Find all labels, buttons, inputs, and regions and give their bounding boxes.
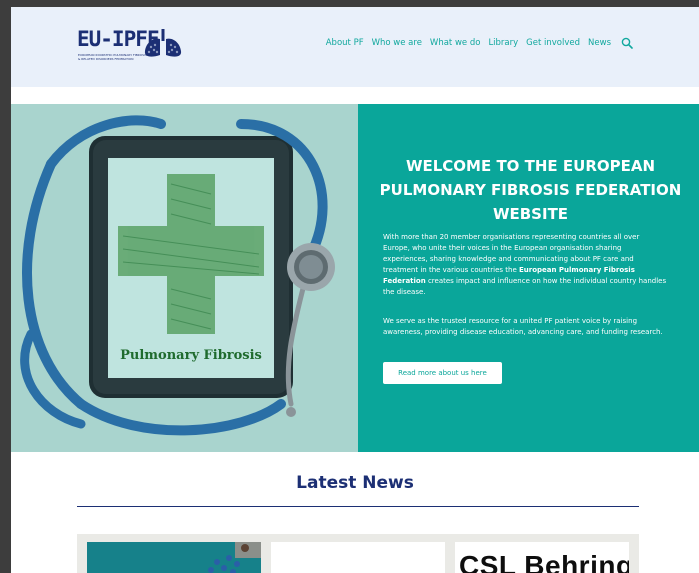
csl-behring-logo: CSL Behring [459,550,629,573]
tablet-stethoscope-illustration [11,104,358,452]
p1-text-after: creates impact and influence on how the … [383,277,667,296]
lungs-icon [144,29,182,57]
nav-about-pf[interactable]: About PF [326,38,364,48]
welcome-paragraph-2: We serve as the trusted resource for a u… [383,317,663,336]
news-card-2[interactable] [271,542,445,573]
nav-library[interactable]: Library [488,38,518,48]
image-caption: Pulmonary Fibrosis [120,348,262,363]
nav-what-we-do[interactable]: What we do [430,38,481,48]
welcome-panel: WELCOME TO THE EUROPEAN PULMONARY FIBROS… [358,104,699,452]
page: EU-IPFF EUROPEAN IDIOPATHIC PULMONARY FI… [11,7,699,573]
read-more-button[interactable]: Read more about us here [383,362,502,384]
divider [77,506,639,507]
window-edge [0,0,11,573]
news-cards: CSL Behring [77,534,639,573]
news-image-1 [87,542,261,573]
hero-image: Pulmonary Fibrosis [11,104,358,452]
nav-get-involved[interactable]: Get involved [526,38,580,48]
hero-section: Pulmonary Fibrosis WELCOME TO THE EUROPE… [11,104,699,452]
window-edge-top [0,0,699,7]
search-icon[interactable] [621,37,633,49]
logo-subtitle: EUROPEAN IDIOPATHIC PULMONARY FIBROSIS &… [78,53,147,61]
main-nav: About PF Who we are What we do Library G… [326,37,633,49]
welcome-title: WELCOME TO THE EUROPEAN PULMONARY FIBROS… [379,157,682,223]
site-header: EU-IPFF EUROPEAN IDIOPATHIC PULMONARY FI… [11,7,699,87]
news-card-1[interactable] [87,542,261,573]
nav-who-we-are[interactable]: Who we are [372,38,422,48]
latest-news-title: Latest News [296,473,414,493]
site-logo[interactable]: EU-IPFF EUROPEAN IDIOPATHIC PULMONARY FI… [77,27,187,69]
news-card-3[interactable]: CSL Behring [455,542,629,573]
nav-news[interactable]: News [588,38,611,48]
welcome-paragraph-1: With more than 20 member organisations r… [383,232,668,298]
